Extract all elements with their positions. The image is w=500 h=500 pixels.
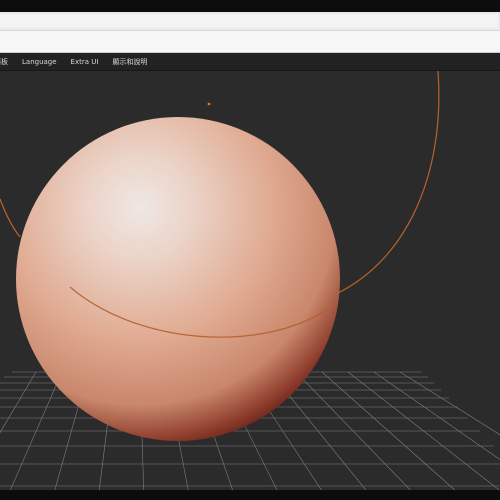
menu-item-language[interactable]: Language [22,58,57,66]
browser-address-bar [0,12,500,31]
browser-top-strip [0,0,500,12]
3d-viewport[interactable] [0,71,500,500]
menu-item-display-help[interactable]: 顯示和說明 [112,57,147,67]
bookmark-bar [0,31,500,52]
menu-item-panels[interactable]: 面板 [0,57,8,67]
menu-item-extra-ui[interactable]: Extra UI [71,58,99,66]
rotation-ring-back[interactable] [337,71,440,294]
rotation-ring-left[interactable] [0,198,21,238]
app-window: 面板 Language Extra UI 顯示和說明 [0,0,500,500]
sculpt-sphere[interactable] [16,117,340,441]
url-input[interactable] [0,14,498,28]
viewport-canvas[interactable] [0,71,500,500]
menu-bar: 面板 Language Extra UI 顯示和說明 [0,53,500,71]
gizmo-pivot-dot[interactable] [207,102,211,106]
window-bottom-edge [0,490,500,500]
